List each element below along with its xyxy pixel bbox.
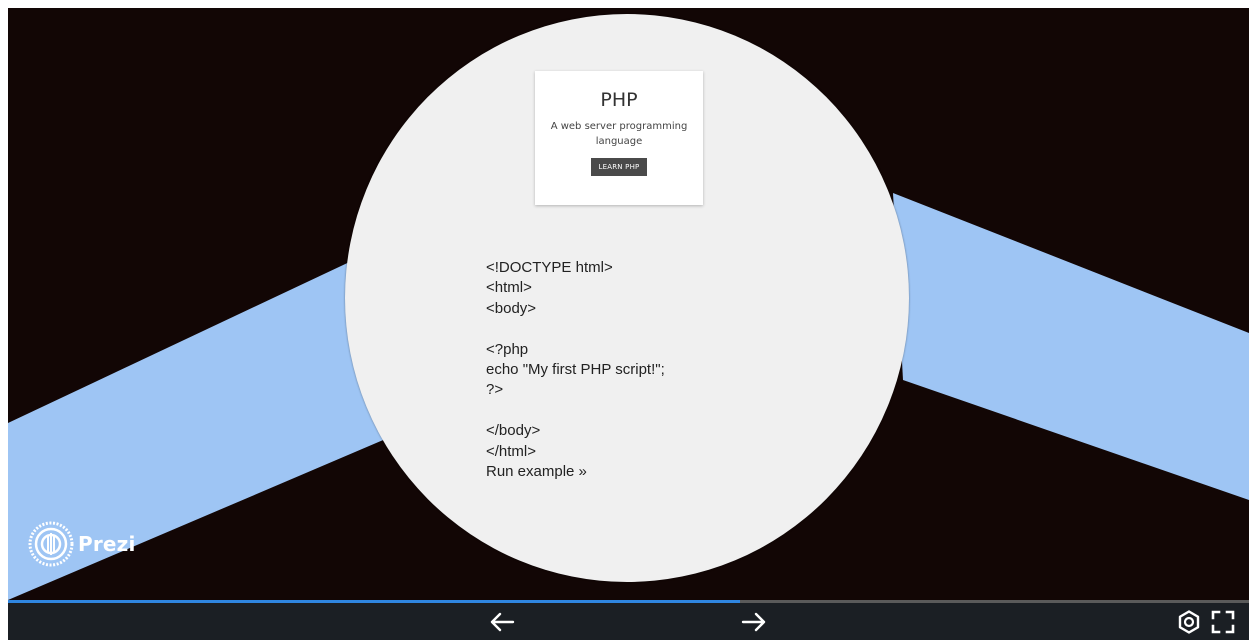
code-line: <html> xyxy=(486,279,532,297)
php-card-subtitle: A web server programming language xyxy=(550,121,688,147)
code-line: echo "My first PHP script!"; xyxy=(486,360,665,378)
band-right xyxy=(893,193,1249,500)
player-controls xyxy=(8,603,1249,640)
prezi-logo-text: Prezi xyxy=(78,532,136,556)
code-line: </body> xyxy=(486,422,541,440)
learn-php-button[interactable]: LEARN PHP xyxy=(590,158,648,176)
prezi-logo: Prezi xyxy=(28,521,136,567)
php-card: PHP A web server programming language LE… xyxy=(535,71,703,205)
code-line: ?> xyxy=(486,381,504,399)
previous-button[interactable] xyxy=(486,607,518,637)
gear-icon xyxy=(1178,610,1200,634)
settings-button[interactable] xyxy=(1173,607,1205,637)
arrow-right-icon xyxy=(741,612,766,632)
prezi-logo-icon xyxy=(28,521,74,567)
run-example-link[interactable]: Run example » xyxy=(486,462,746,482)
fullscreen-icon xyxy=(1211,610,1235,634)
code-line: <?php xyxy=(486,340,529,358)
presentation-canvas: PHP A web server programming language LE… xyxy=(8,8,1249,600)
code-line: </html> xyxy=(486,442,537,460)
fullscreen-button[interactable] xyxy=(1207,607,1239,637)
php-card-title: PHP xyxy=(600,89,638,111)
next-button[interactable] xyxy=(738,607,770,637)
code-line: <!DOCTYPE html> xyxy=(486,259,613,276)
arrow-left-icon xyxy=(490,612,515,632)
code-line: <body> xyxy=(486,299,537,317)
code-example: <!DOCTYPE html> <html> <body> <?php echo… xyxy=(486,258,746,482)
